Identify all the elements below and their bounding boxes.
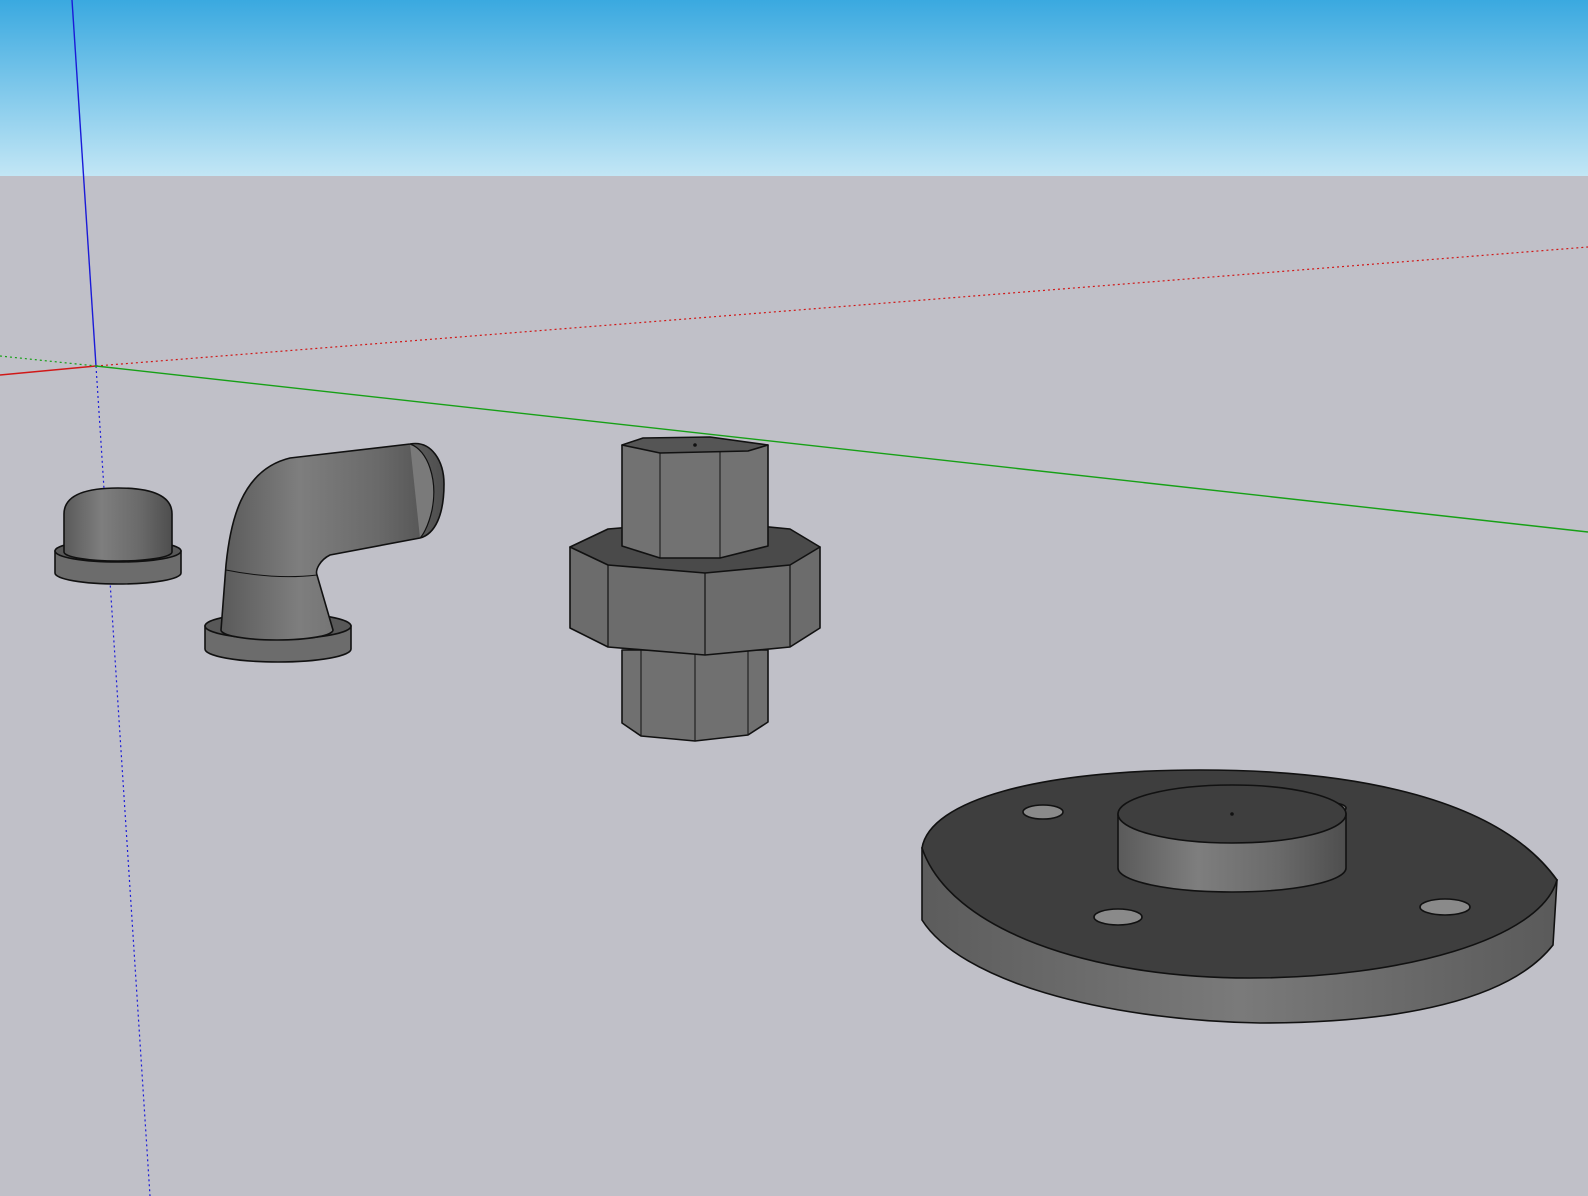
model-viewport[interactable] [0, 0, 1588, 1196]
pipe-cap[interactable] [54, 487, 182, 585]
sky-background [0, 0, 1588, 176]
ground-plane [0, 176, 1588, 1196]
3d-scene[interactable] [0, 0, 1588, 1196]
